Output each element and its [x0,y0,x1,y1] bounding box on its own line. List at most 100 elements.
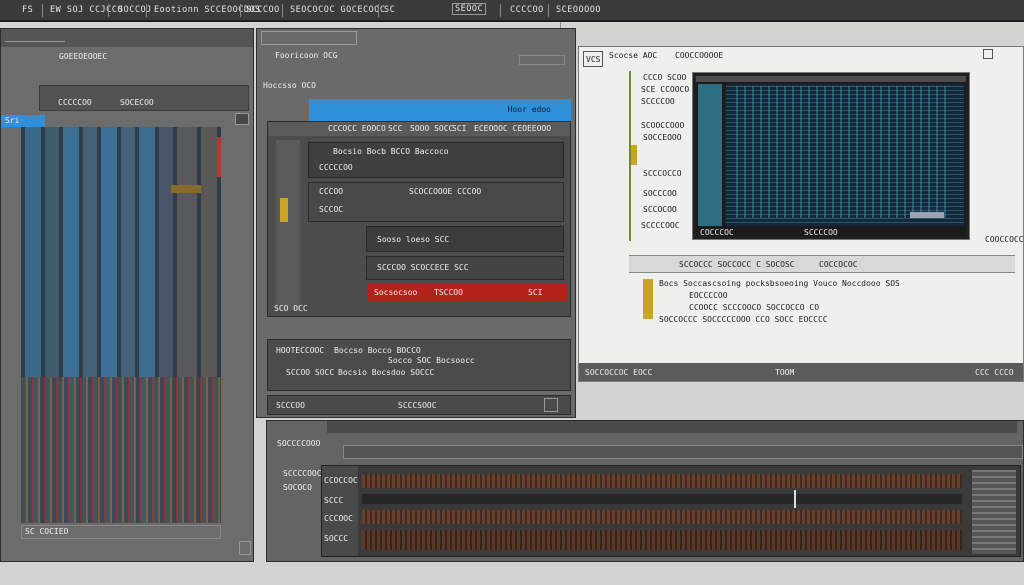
left-window-title: GOEEOEOOEC [59,52,108,61]
right-status-bar: SCCOCCC SOCCOCC C SOCOSC COCCOCOC [629,255,1015,273]
alert-cell: SCI [528,288,543,297]
left-selection-tag[interactable]: Sri [1,115,45,127]
center-table-header: CCCOCC EOOCO SCC SOOO SOCC SCI ECEOOOC C… [268,122,570,136]
terminal-text-columns [730,86,950,218]
center-window: Fooricoon OCG Hoccsso OCO Hoor edoo CCCO… [256,28,576,418]
track-label: SCCC [324,496,344,505]
grid-indicator [217,137,221,177]
menu-bar: FS EW SOJ CCJCCO SOCCOJ Eootionn SCCEOOC… [0,0,1024,42]
list-item[interactable]: SCE CCOOCO [641,85,689,94]
subpanel-cell: SCCOO SOCC [286,368,335,377]
right-footer: SOCCOCCOC EOCC TOOM CCC CCCO [579,363,1023,381]
table-cell: CCCOO [319,187,344,196]
left-window-titlebar [1,29,253,47]
menu-item-4[interactable]: Eootionn SCCEOOCDOS [154,5,261,15]
list-marker-icon [631,145,637,165]
list-item[interactable]: SCCOCOO [643,205,677,214]
alert-cell: TSCCOO [434,288,463,297]
list-item[interactable]: SCCCCOO [641,97,675,106]
right-close-icon[interactable] [983,49,993,59]
left-tab[interactable] [5,32,65,42]
center-highlight-bar[interactable]: Hoor edoo [309,99,571,121]
menu-item-7[interactable]: SC [384,5,395,15]
menu-item-10[interactable]: SCEOOOOO [556,5,601,15]
col-header[interactable]: ECEOOOC CEOEEOOO [474,124,551,133]
center-row[interactable]: Sooso loeso SCC [366,226,564,252]
terminal-gutter [698,84,722,226]
right-header-text: Scocse AOC [609,51,658,60]
col-header[interactable]: CCCOCC EOOCO [328,124,386,133]
col-header[interactable]: SOOO SOCC [410,124,453,133]
right-window: VCS Scocse AOC COOCCOOOOE CCCO SCOO SCE … [578,46,1024,382]
subpanel-cell: Bocsio Bocsdoo SOCCC [338,368,435,377]
center-sidebar [276,140,300,310]
center-tab[interactable] [261,31,357,45]
center-footer-button[interactable] [544,398,558,412]
bottom-toolbar [343,445,1023,459]
menu-divider [378,4,379,17]
bottom-titlebar [327,421,1017,433]
notes-marker-icon [643,279,653,319]
list-item[interactable]: SCCCCOOC [641,221,680,230]
center-search-box[interactable] [519,55,565,65]
center-row[interactable]: CCCOO SCOCCOOOE CCCOO SCCOC [308,182,564,222]
left-selection-label: Sri [5,116,20,125]
left-field-group: CCCCCOO SOCECOO [39,85,249,111]
left-footer-strip [21,525,221,539]
menu-divider [42,4,43,17]
menu-item-5[interactable]: SCCCOO [246,5,280,15]
playhead[interactable] [794,490,796,508]
center-row[interactable]: SCCCOO SCOCCECE SCC [366,256,564,280]
terminal-cursor [910,212,944,218]
right-window-logo: VCS [583,51,603,67]
track-headers: CCOCCOC SCCC CCCOOC SOCCC [322,466,358,556]
track-row[interactable] [362,530,962,550]
menu-item-2[interactable]: EW SOJ CCJCCO [50,5,123,15]
status-right: COCCOCOC [819,260,858,269]
list-item[interactable]: SCCCOCCO [643,169,682,178]
note-line: EOCCCCOO [689,291,728,300]
terminal-panel: COCCCOC SCCCCOO [693,73,969,239]
footer-label: SCCCSOOC [398,401,437,410]
terminal-caption: SCCCCOO [804,228,838,237]
menu-divider [146,4,147,17]
center-footer-label: SCO OCC [274,304,308,313]
col-header[interactable]: SCC [388,124,402,133]
table-cell: SCCCOO SCOCCECE SCC [377,263,469,272]
bottom-window: SOCCCCOOO SCCCCOOC SOCOCO CCOCCOC SCCC C… [266,420,1024,562]
right-side-label: COOCCOCCOO [985,235,1024,244]
left-window: GOEEOEOOEC CCCCCOO SOCECOO Sri SC COCIEO [0,28,254,562]
left-scroll-button[interactable] [235,113,249,125]
subpanel-title: HOOTECCOOC [276,346,325,355]
table-cell: SCOCCOOOE CCCOO [409,187,482,196]
list-item[interactable]: SOCCEOOO [643,133,682,142]
menu-item-1[interactable]: FS [22,5,33,15]
list-item[interactable]: SOCCCOO [643,189,677,198]
list-item[interactable]: SCOOCCOOO [641,121,684,130]
track-row[interactable] [362,494,962,504]
bottom-label: SOCOCO [283,483,312,492]
track-row[interactable] [362,474,962,488]
track-row[interactable] [362,510,962,524]
footer-right: CCC CCCO [975,368,1014,377]
right-list: CCCO SCOO SCE CCOOCO SCCCCOO SCOOCCOOO S… [629,71,691,241]
track-meter [972,470,1016,554]
table-cell: Bocsio Bocb BCCO Baccoco [333,147,449,156]
bottom-label: SOCCCCOOO [277,439,321,448]
center-alert-row[interactable]: Socsocsoo TSCCOO SCI [368,284,568,302]
alert-cell: Socsocsoo [374,288,418,297]
left-subtitle: CCCCCOO [58,98,92,107]
warning-icon [280,198,288,222]
left-resize-handle[interactable] [239,541,251,555]
center-row[interactable]: Bocsio Bocb BCCO Baccoco CCCCCOO [308,142,564,178]
subpanel-cell: Socco SOC Bocsoocc [388,356,475,365]
menu-item-6[interactable]: SEOCOCOC GOCECOOC [290,5,386,15]
menu-item-8[interactable]: SEOOC [452,3,487,15]
table-cell: CCCCCOO [319,163,353,172]
left-column-grid [21,127,221,523]
footer-label: SCCCOO [276,401,305,410]
col-header[interactable]: SCI [452,124,466,133]
menu-item-9[interactable]: CCCCOO [510,5,544,15]
list-item[interactable]: CCCO SCOO [643,73,686,82]
track-panel: CCOCCOC SCCC CCCOOC SOCCC [321,465,1021,557]
